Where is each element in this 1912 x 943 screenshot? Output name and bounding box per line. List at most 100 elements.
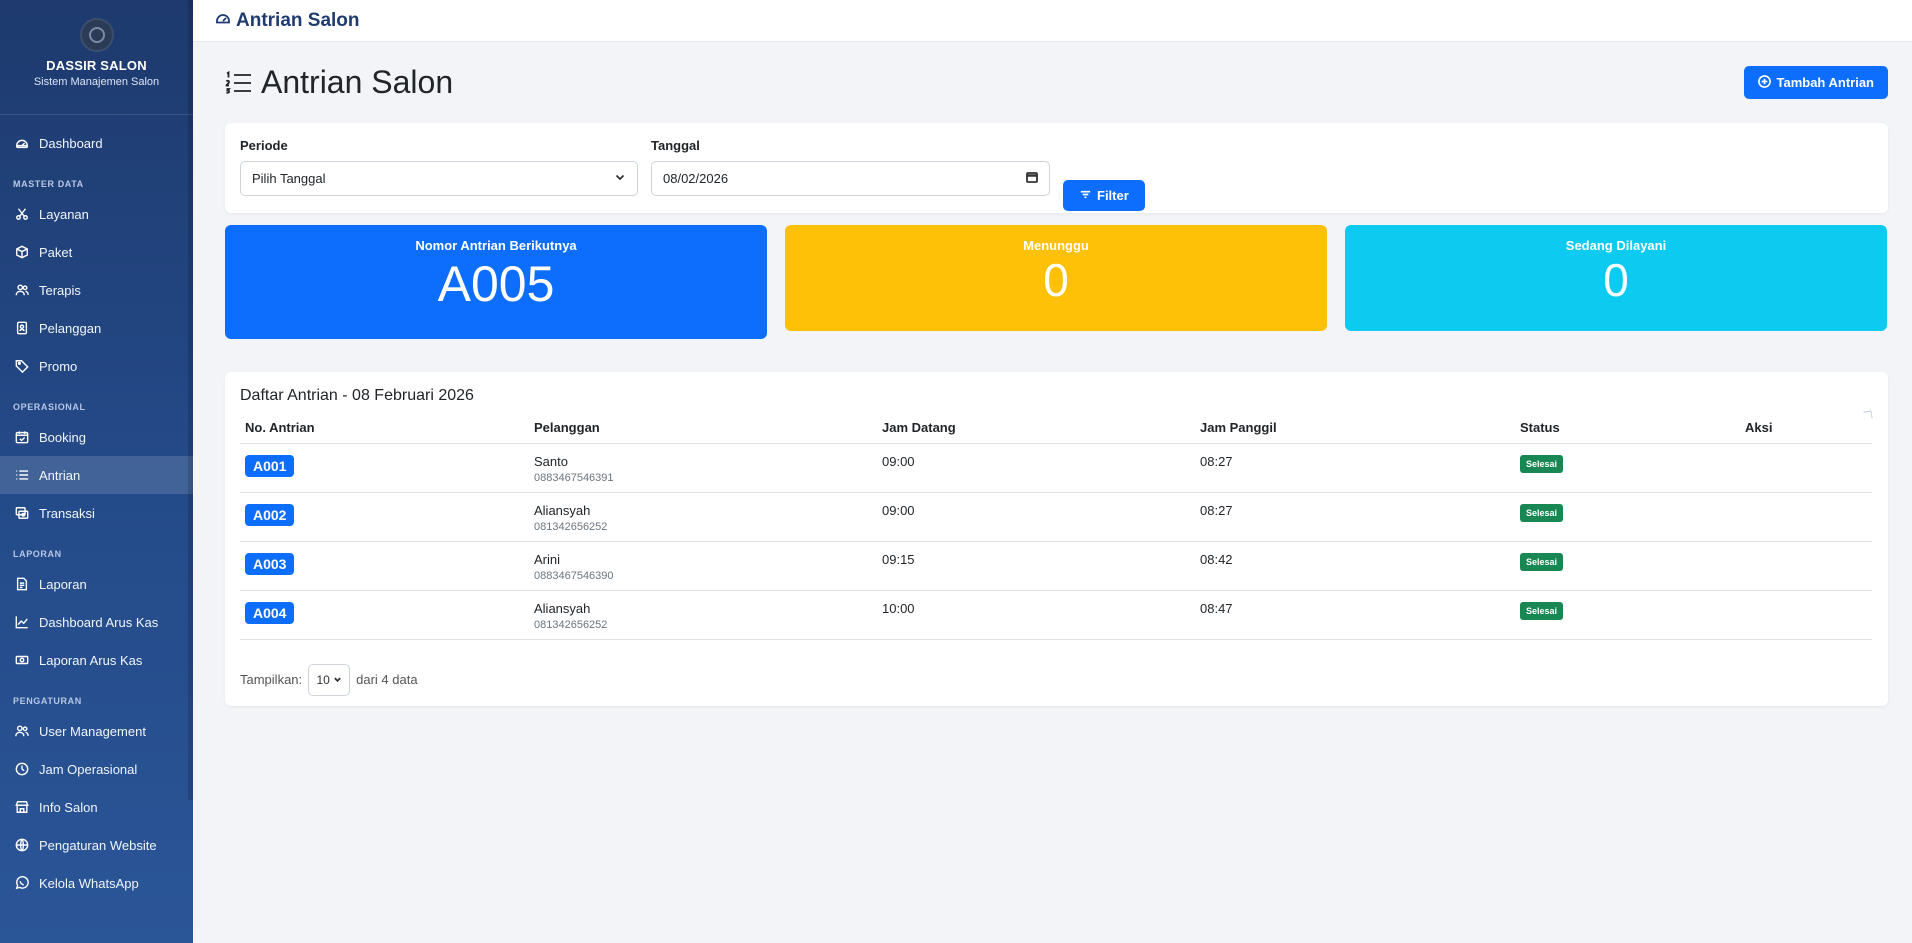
brand-subtitle: Sistem Manajemen Salon [33, 76, 160, 88]
sidebar-item-transaksi[interactable]: Transaksi [0, 494, 193, 532]
sidebar-item-pelanggan[interactable]: Pelanggan [0, 309, 193, 347]
sidebar-brand: DASSIR SALON Sistem Manajemen Salon [0, 0, 193, 115]
cash-icon [15, 653, 29, 667]
calendar-check-icon [15, 430, 29, 444]
customer-name: Santo [534, 453, 568, 469]
table-row: A001 Santo 0883467546391 09:00 08:27 Sele… [240, 442, 1872, 492]
sidebar-item-label: Laporan Arus Kas [39, 652, 143, 668]
sidebar-item-label: Kelola WhatsApp [39, 875, 139, 891]
sidebar-item-layanan[interactable]: Layanan [0, 195, 193, 233]
stats-row: Nomor Antrian Berikutnya A005 Menunggu 0… [225, 225, 1888, 339]
action-cell [1740, 589, 1872, 640]
add-queue-label: Tambah Antrian [1776, 75, 1874, 90]
sidebar-item-label: Antrian [39, 467, 81, 483]
chevron-down-icon [614, 171, 626, 186]
status-badge: Selesai [1520, 503, 1564, 522]
table-row: A003 Arini 0883467546390 09:15 08:42 Sele… [240, 540, 1872, 590]
status-badge: Selesai [1520, 552, 1564, 571]
sidebar-scrollbar[interactable] [188, 0, 193, 800]
sidebar-section-operasional: OPERASIONAL [13, 402, 86, 412]
calendar-icon[interactable] [1026, 171, 1038, 186]
queue-table-title: Daftar Antrian - 08 Februari 2026 [240, 387, 474, 404]
sidebar-item-antrian[interactable]: Antrian [0, 456, 193, 494]
plus-circle-icon [1758, 74, 1772, 91]
sidebar-item-label: Transaksi [39, 505, 95, 521]
tanggal-input[interactable]: 08/02/2026 [651, 161, 1050, 196]
table-header-row: No. Antrian Pelanggan Jam Datang Jam Pan… [240, 413, 1872, 443]
sidebar-item-pengaturan-website[interactable]: Pengaturan Website [0, 826, 193, 864]
sidebar-item-terapis[interactable]: Terapis [0, 271, 193, 309]
customer-phone: 081342656252 [534, 520, 608, 533]
filter-icon [1079, 188, 1092, 204]
col-status[interactable]: Status [1515, 413, 1740, 443]
next-queue-card: Nomor Antrian Berikutnya A005 [225, 225, 767, 339]
sidebar-item-label: Booking [39, 429, 86, 445]
sidebar-item-kelola-whatsapp[interactable]: Kelola WhatsApp [0, 864, 193, 902]
topbar-title: Antrian Salon [236, 9, 360, 31]
salon-logo [79, 18, 114, 52]
periode-label: Periode [240, 138, 288, 153]
sidebar-item-label: Info Salon [39, 799, 98, 815]
customer-phone: 0883467546390 [534, 569, 614, 582]
gauge-icon [15, 136, 29, 150]
arrival-time: 09:00 [877, 442, 1195, 492]
table-row: A002 Aliansyah 081342656252 09:00 08:27 S… [240, 491, 1872, 541]
table-footer: Tampilkan: 10 dari 4 data [240, 663, 1873, 696]
action-cell [1740, 442, 1872, 492]
tanggal-group: Tanggal 08/02/2026 [651, 138, 1050, 196]
sidebar-item-label: Dashboard Arus Kas [39, 614, 159, 630]
sidebar-item-booking[interactable]: Booking [0, 418, 193, 456]
clock-icon [15, 762, 29, 776]
page-title: Antrian Salon [225, 64, 453, 101]
box-icon [15, 245, 29, 259]
page-size-select[interactable]: 10 [308, 663, 351, 696]
sidebar-item-dashboard[interactable]: Dashboard [0, 124, 193, 162]
main-content: Antrian Salon Tambah Antrian Periode Pil… [225, 42, 1888, 706]
sidebar-item-dashboard-arus-kas[interactable]: Dashboard Arus Kas [0, 603, 193, 641]
id-card-icon [15, 321, 29, 335]
call-time: 08:27 [1195, 491, 1515, 541]
queue-number-badge: A003 [245, 552, 295, 575]
users-icon [15, 283, 29, 297]
customer-name: Aliansyah [534, 600, 591, 616]
sidebar-item-promo[interactable]: Promo [0, 347, 193, 385]
tanggal-label: Tanggal [651, 138, 700, 153]
serving-label: Sedang Dilayani [1565, 238, 1667, 253]
whatsapp-icon [15, 876, 29, 890]
sidebar-item-jam-operasional[interactable]: Jam Operasional [0, 750, 193, 788]
serving-value: 0 [1603, 254, 1629, 306]
waiting-card: Menunggu 0 [785, 225, 1327, 331]
periode-select[interactable]: Pilih Tanggal [240, 161, 638, 196]
sidebar-item-label: User Management [39, 723, 146, 739]
col-pelanggan[interactable]: Pelanggan [529, 413, 877, 443]
add-queue-button[interactable]: Tambah Antrian [1744, 66, 1888, 99]
call-time: 08:42 [1195, 540, 1515, 590]
tag-icon [15, 359, 29, 373]
gauge-icon [215, 10, 231, 31]
customer-phone: 081342656252 [534, 618, 608, 631]
filter-button[interactable]: Filter [1063, 180, 1145, 211]
tanggal-value: 08/02/2026 [663, 171, 729, 186]
chevron-down-icon [333, 673, 342, 687]
sidebar-item-label: Layanan [39, 206, 89, 222]
col-jam-panggil[interactable]: Jam Panggil [1195, 413, 1515, 443]
sidebar-item-laporan[interactable]: Laporan [0, 565, 193, 603]
sidebar-item-label: Dashboard [39, 135, 103, 151]
customer-name: Aliansyah [534, 502, 591, 518]
periode-group: Periode Pilih Tanggal [240, 138, 638, 196]
call-time: 08:47 [1195, 589, 1515, 640]
col-jam-datang[interactable]: Jam Datang [877, 413, 1195, 443]
status-badge: Selesai [1520, 454, 1564, 473]
sidebar-item-info-salon[interactable]: Info Salon [0, 788, 193, 826]
sidebar-item-laporan-arus-kas[interactable]: Laporan Arus Kas [0, 641, 193, 679]
sidebar-item-paket[interactable]: Paket [0, 233, 193, 271]
filter-label: Filter [1097, 188, 1129, 203]
col-no-antrian[interactable]: No. Antrian [240, 413, 529, 443]
sidebar-item-label: Laporan [39, 576, 87, 592]
sidebar-item-user-management[interactable]: User Management [0, 712, 193, 750]
page-size-value: 10 [316, 672, 330, 687]
sidebar-item-label: Promo [39, 358, 78, 374]
sidebar-item-label: Terapis [39, 282, 81, 298]
show-label: Tampilkan: [240, 672, 303, 687]
arrival-time: 10:00 [877, 589, 1195, 640]
